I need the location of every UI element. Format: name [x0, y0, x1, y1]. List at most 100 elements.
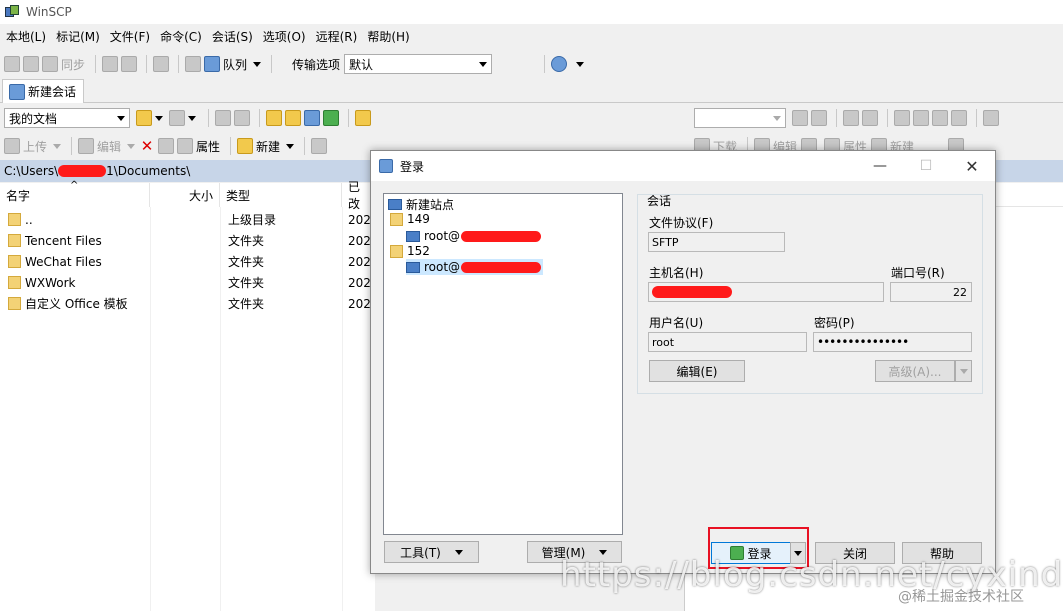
advanced-button: 高级(A)...: [875, 360, 955, 382]
forward-icon[interactable]: [862, 110, 878, 126]
main-toolbar: 同步 队列 传输选项 默认: [0, 51, 1063, 77]
edit-button[interactable]: 编辑(E): [649, 360, 745, 382]
port-input[interactable]: 22: [890, 282, 972, 302]
select-all-icon[interactable]: [311, 138, 328, 154]
menu-help[interactable]: 帮助(H): [367, 28, 409, 45]
port-label: 端口号(R): [891, 266, 945, 280]
filter-icon[interactable]: [169, 110, 185, 126]
separator: [230, 137, 232, 155]
new-button[interactable]: 新建: [237, 136, 295, 156]
separator: [208, 109, 209, 127]
close-icon[interactable]: ✕: [949, 151, 995, 181]
remote-location-select[interactable]: [694, 108, 786, 128]
queue-button[interactable]: 队列: [204, 54, 262, 74]
parent-dir-icon[interactable]: [894, 110, 910, 126]
find-icon[interactable]: [23, 56, 39, 72]
folder-icon: [390, 212, 403, 226]
column-type[interactable]: 类型: [220, 183, 342, 207]
menu-session[interactable]: 会话(S): [212, 28, 253, 45]
queue-icon: [204, 56, 221, 72]
separator: [95, 55, 97, 73]
file-row[interactable]: 自定义 Office 模板 文件夹 2020: [0, 293, 379, 314]
site-tree[interactable]: 新建站点 149 root@ 152 root@: [383, 193, 623, 535]
transfer-settings-select[interactable]: 默认: [344, 54, 493, 74]
host-input[interactable]: [648, 282, 884, 302]
chevron-down-icon: [773, 115, 781, 121]
host-label: 主机名(H): [649, 266, 704, 280]
tools-button[interactable]: 工具(T): [384, 541, 479, 563]
redacted-host: [652, 286, 732, 298]
tree-site-149[interactable]: root@: [406, 228, 542, 244]
gear-icon[interactable]: [185, 56, 202, 72]
menu-local[interactable]: 本地(L): [6, 28, 46, 45]
refresh-icon[interactable]: [323, 110, 339, 126]
parent-dir-icon[interactable]: [266, 110, 282, 126]
chevron-down-icon[interactable]: [188, 115, 196, 121]
column-name[interactable]: 名字 ^: [0, 180, 150, 207]
tree-new-site[interactable]: 新建站点: [388, 196, 454, 212]
transfer-settings-label: 传输选项: [292, 57, 341, 72]
computer-icon: [406, 261, 420, 273]
window-title: WinSCP: [26, 5, 72, 19]
globe-icon[interactable]: [551, 56, 568, 72]
tree-site-152-selected[interactable]: root@: [406, 259, 544, 275]
tree-folder-152[interactable]: 152: [388, 243, 430, 259]
filter-icon[interactable]: [811, 110, 827, 126]
local-file-panel: 名字 ^ 大小 类型 已改 .. 上级目录 2020 Tencent Files …: [0, 180, 379, 611]
chevron-down-icon[interactable]: [576, 61, 585, 67]
console-icon[interactable]: [102, 56, 119, 72]
path-prefix: C:\Users\: [4, 164, 59, 178]
preferences-icon[interactable]: [153, 56, 170, 72]
forward-icon[interactable]: [234, 110, 250, 126]
back-icon[interactable]: [843, 110, 859, 126]
root-dir-icon[interactable]: [285, 110, 301, 126]
home-icon[interactable]: [932, 110, 948, 126]
rename-icon[interactable]: [158, 138, 175, 154]
open-folder-icon[interactable]: [136, 110, 152, 126]
folder-icon: [8, 234, 21, 247]
menu-bar: 本地(L) 标记(M) 文件(F) 命令(C) 会话(S) 选项(O) 远程(R…: [0, 25, 1063, 47]
menu-command[interactable]: 命令(C): [160, 28, 202, 45]
file-row[interactable]: Tencent Files 文件夹 2020: [0, 230, 379, 251]
file-row[interactable]: WXWork 文件夹 2020: [0, 272, 379, 293]
edit-button[interactable]: 编辑: [78, 136, 136, 156]
tree-folder-149[interactable]: 149: [388, 211, 430, 227]
chevron-down-icon[interactable]: [155, 115, 163, 121]
delete-icon[interactable]: ✕: [139, 138, 155, 154]
local-toolbar-nav: 我的文档: [0, 105, 684, 131]
putty-icon[interactable]: [121, 56, 138, 72]
menu-remote[interactable]: 远程(R): [316, 28, 358, 45]
chevron-down-icon: [253, 61, 262, 67]
file-row[interactable]: .. 上级目录 2020: [0, 209, 379, 230]
properties-button[interactable]: 属性: [177, 136, 220, 156]
separator: [178, 55, 180, 73]
separator: [544, 55, 546, 73]
compare-icon[interactable]: [4, 56, 20, 72]
chevron-down-icon: [53, 143, 62, 149]
home-icon[interactable]: [304, 110, 320, 126]
minimize-icon[interactable]: —: [857, 151, 903, 181]
password-input[interactable]: •••••••••••••••: [813, 332, 972, 352]
find-icon[interactable]: [983, 110, 999, 126]
root-dir-icon[interactable]: [913, 110, 929, 126]
menu-mark[interactable]: 标记(M): [56, 28, 100, 45]
username-input[interactable]: root: [648, 332, 807, 352]
folder-icon: [8, 297, 21, 310]
column-size[interactable]: 大小: [150, 183, 220, 207]
file-row[interactable]: WeChat Files 文件夹 2020: [0, 251, 379, 272]
redacted-host: [461, 261, 542, 273]
back-icon[interactable]: [215, 110, 231, 126]
protocol-select[interactable]: SFTP: [648, 232, 785, 252]
menu-file[interactable]: 文件(F): [110, 28, 150, 45]
refresh-icon[interactable]: [951, 110, 967, 126]
sync-button[interactable]: 同步: [42, 54, 85, 74]
open-folder-icon[interactable]: [792, 110, 808, 126]
upload-button[interactable]: 上传: [4, 136, 62, 156]
chevron-down-icon: [127, 143, 136, 149]
menu-options[interactable]: 选项(O): [263, 28, 306, 45]
local-location-select[interactable]: 我的文档: [4, 108, 130, 128]
tab-new-session[interactable]: 新建会话: [2, 79, 84, 103]
folder-icon: [8, 255, 21, 268]
redacted-host: [461, 230, 542, 242]
tree-icon[interactable]: [355, 110, 371, 126]
